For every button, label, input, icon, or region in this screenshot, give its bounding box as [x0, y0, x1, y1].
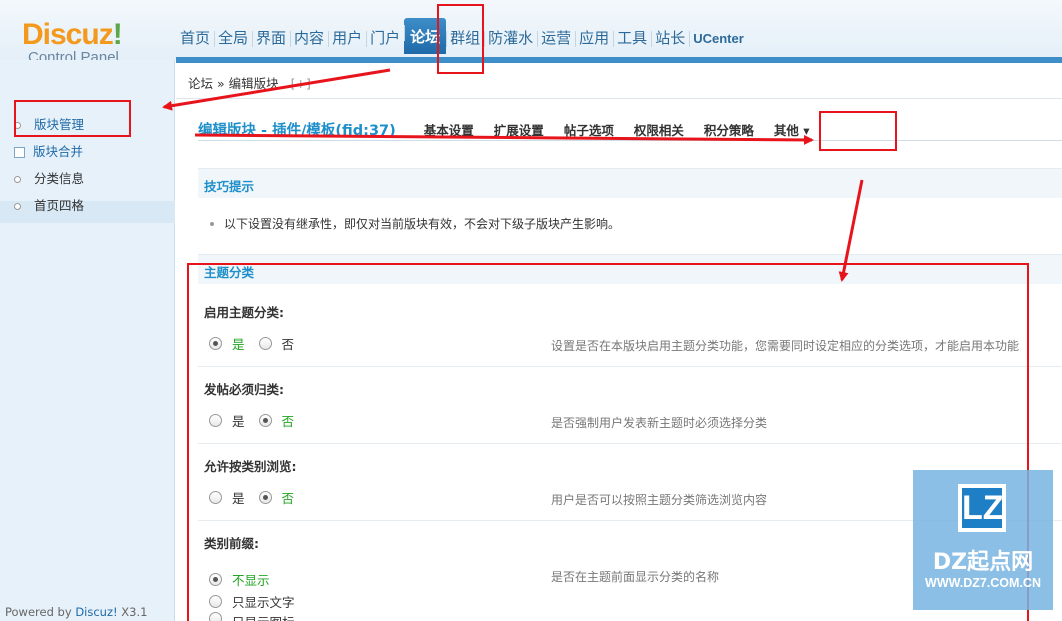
watermark: LZ DZ起点网 WWW.DZ7.COM.CN	[913, 470, 1053, 610]
arrow-to-section	[838, 179, 864, 282]
arrow-to-other-tab	[194, 133, 814, 145]
watermark-logo: LZ	[958, 484, 1006, 532]
annotation-arrows	[162, 68, 864, 282]
watermark-url: WWW.DZ7.COM.CN	[925, 576, 1041, 590]
arrow-to-sidebar	[162, 68, 391, 111]
watermark-title: DZ起点网	[932, 550, 1034, 575]
